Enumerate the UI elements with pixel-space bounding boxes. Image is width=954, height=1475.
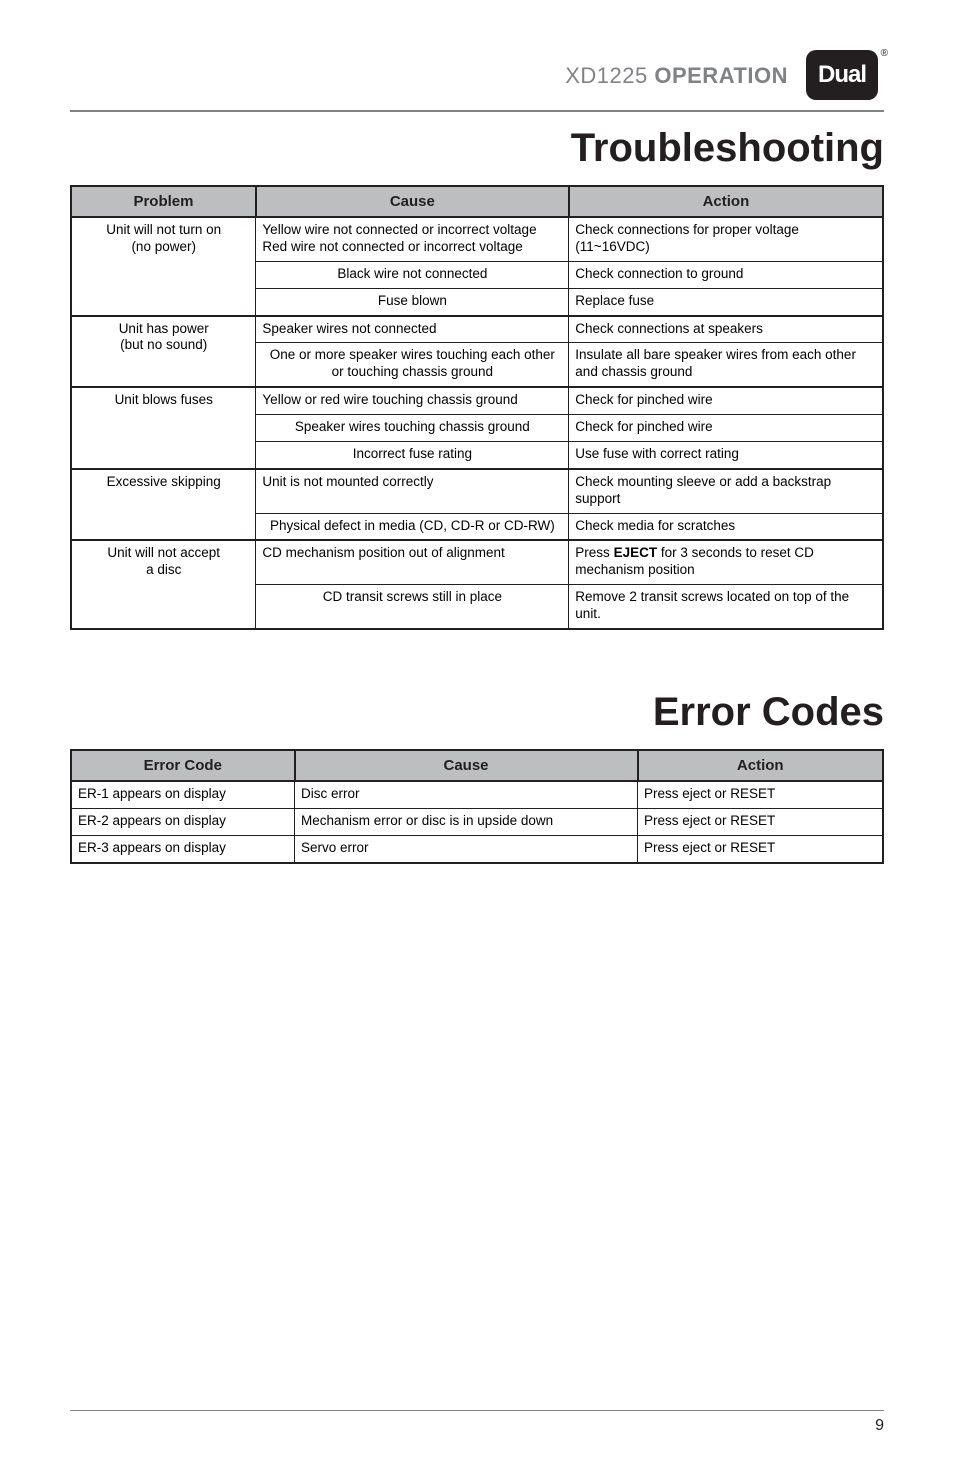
table-row: Unit will not turn on (no power) Yellow …	[71, 217, 883, 261]
error-code-cell: ER-1 appears on display	[71, 781, 295, 808]
table-row: ER-3 appears on display Servo error Pres…	[71, 835, 883, 862]
problem-line: a disc	[146, 562, 181, 577]
cause-cell: Speaker wires touching chassis ground	[256, 415, 569, 442]
problem-cell: Unit will not accept a disc	[71, 540, 256, 629]
cause-cell: Mechanism error or disc is in upside dow…	[295, 808, 638, 835]
action-cell: Check for pinched wire	[569, 415, 883, 442]
col-cause: Cause	[295, 750, 638, 781]
cause-cell: Physical defect in media (CD, CD-R or CD…	[256, 513, 569, 540]
col-problem: Problem	[71, 186, 256, 217]
action-cell: Press eject or RESET	[638, 835, 884, 862]
problem-cell: Unit blows fuses	[71, 387, 256, 469]
action-cell: Press EJECT for 3 seconds to reset CD me…	[569, 540, 883, 584]
troubleshooting-table: Problem Cause Action Unit will not turn …	[70, 185, 884, 630]
action-cell: Check connection to ground	[569, 261, 883, 288]
brand-logo: Dual	[806, 50, 878, 100]
col-cause: Cause	[256, 186, 569, 217]
page: XD1225 OPERATION Dual ® Troubleshooting …	[0, 0, 954, 1475]
action-cell: Check for pinched wire	[569, 387, 883, 414]
action-cell: Check mounting sleeve or add a backstrap…	[569, 469, 883, 513]
problem-cell: Unit has power (but no sound)	[71, 316, 256, 388]
cause-cell: Disc error	[295, 781, 638, 808]
cause-cell: Unit is not mounted correctly	[256, 469, 569, 513]
action-cell: Insulate all bare speaker wires from eac…	[569, 343, 883, 387]
table-row: ER-2 appears on display Mechanism error …	[71, 808, 883, 835]
action-cell: Check connections for proper voltage (11…	[569, 217, 883, 261]
brand-logo-text: Dual	[818, 61, 866, 89]
problem-line: Unit will not turn on	[106, 222, 221, 237]
registered-icon: ®	[881, 48, 888, 59]
table-row: Excessive skipping Unit is not mounted c…	[71, 469, 883, 513]
error-code-cell: ER-2 appears on display	[71, 808, 295, 835]
cause-cell: Incorrect fuse rating	[256, 441, 569, 468]
error-codes-title: Error Codes	[70, 690, 884, 735]
table-row: ER-1 appears on display Disc error Press…	[71, 781, 883, 808]
error-codes-table: Error Code Cause Action ER-1 appears on …	[70, 749, 884, 864]
col-error-code: Error Code	[71, 750, 295, 781]
cause-cell: Black wire not connected	[256, 261, 569, 288]
problem-line: (no power)	[131, 239, 196, 254]
table-row: Unit will not accept a disc CD mechanism…	[71, 540, 883, 584]
table-row: Unit blows fuses Yellow or red wire touc…	[71, 387, 883, 414]
model-label: XD1225	[565, 63, 648, 88]
operation-label: OPERATION	[654, 63, 788, 88]
troubleshooting-title: Troubleshooting	[70, 126, 884, 171]
cause-cell: CD transit screws still in place	[256, 585, 569, 629]
action-cell: Check connections at speakers	[569, 316, 883, 343]
header-divider	[70, 110, 884, 112]
action-cell: Press eject or RESET	[638, 781, 884, 808]
problem-cell: Unit will not turn on (no power)	[71, 217, 256, 316]
problem-line: Unit blows fuses	[115, 392, 213, 407]
problem-cell: Excessive skipping	[71, 469, 256, 541]
problem-line: Unit has power	[119, 321, 209, 336]
cause-cell: One or more speaker wires touching each …	[256, 343, 569, 387]
action-text: Press	[575, 545, 613, 560]
table-header-row: Error Code Cause Action	[71, 750, 883, 781]
footer-divider	[70, 1410, 884, 1412]
error-code-cell: ER-3 appears on display	[71, 835, 295, 862]
action-cell: Remove 2 transit screws located on top o…	[569, 585, 883, 629]
problem-line: Unit will not accept	[107, 545, 220, 560]
brand-logo-wrap: Dual ®	[806, 50, 884, 102]
problem-line: Excessive skipping	[107, 474, 221, 489]
action-cell: Press eject or RESET	[638, 808, 884, 835]
problem-line: (but no sound)	[120, 337, 207, 352]
product-operation-label: XD1225 OPERATION	[565, 63, 788, 89]
action-cell: Check media for scratches	[569, 513, 883, 540]
action-bold: EJECT	[614, 545, 658, 560]
action-cell: Replace fuse	[569, 288, 883, 315]
col-action: Action	[569, 186, 883, 217]
cause-cell: Fuse blown	[256, 288, 569, 315]
cause-cell: CD mechanism position out of alignment	[256, 540, 569, 584]
col-action: Action	[638, 750, 884, 781]
action-cell: Use fuse with correct rating	[569, 441, 883, 468]
spacer	[70, 864, 884, 1380]
page-number: 9	[70, 1417, 884, 1435]
header-row: XD1225 OPERATION Dual ®	[70, 50, 884, 102]
table-row: Unit has power (but no sound) Speaker wi…	[71, 316, 883, 343]
cause-cell: Yellow or red wire touching chassis grou…	[256, 387, 569, 414]
cause-cell: Speaker wires not connected	[256, 316, 569, 343]
cause-cell: Servo error	[295, 835, 638, 862]
cause-cell: Yellow wire not connected or incorrect v…	[256, 217, 569, 261]
table-header-row: Problem Cause Action	[71, 186, 883, 217]
